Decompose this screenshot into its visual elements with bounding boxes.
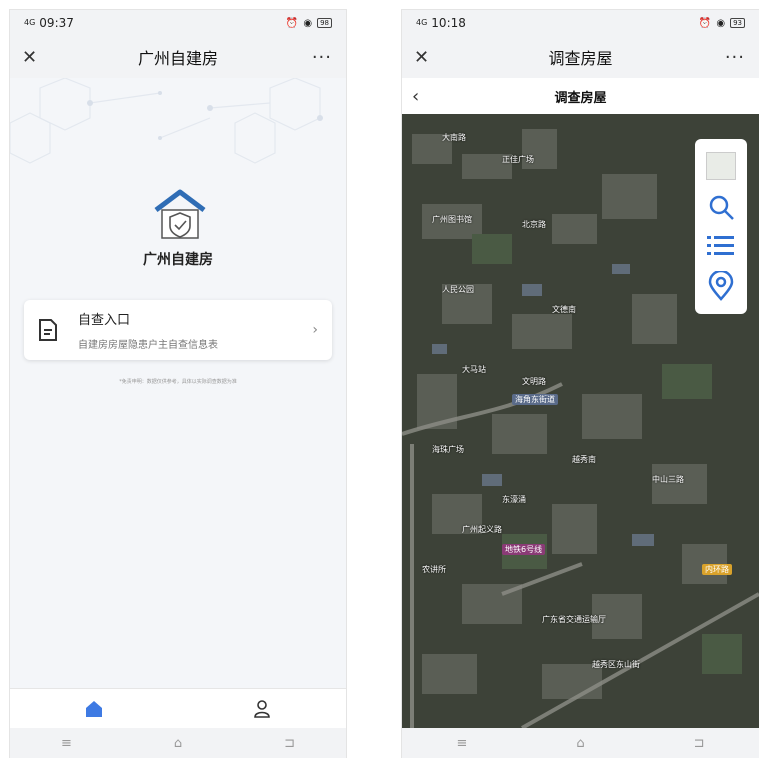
tab-profile[interactable] [178,689,346,728]
map-place-label: 越秀区东山街 [592,660,640,669]
map-place-label: 越秀南 [572,455,596,464]
document-icon [39,319,57,341]
map-road-label: 内环路 [702,564,732,575]
map-road-label: 地铁6号线 [502,544,546,555]
system-nav-bar: ≡ ⌂ ⊐ [402,728,759,758]
system-nav-bar: ≡ ⌂ ⊐ [10,728,346,758]
app-name: 广州自建房 [143,252,213,268]
map-place-label: 大南路 [442,133,466,142]
status-right-icons: ⏰ ◉ 98 [286,18,332,29]
map-place-label: 广州起义路 [462,525,502,534]
map-place-label: 正佳广场 [502,155,534,164]
alarm-icon: ⏰ [698,17,712,29]
menu-nav-icon[interactable]: ≡ [61,736,72,751]
house-shield-logo [154,189,206,239]
more-options-icon[interactable]: ··· [725,47,745,68]
map-place-label: 人民公园 [442,285,474,294]
status-time: 10:18 [431,16,466,30]
close-icon[interactable]: ✕ [414,47,429,68]
search-icon[interactable] [707,193,735,221]
bottom-tab-bar [10,688,346,728]
status-right-icons: ⏰ ◉ 93 [699,18,745,29]
title-bar: ✕ 广州自建房 ··· [10,36,346,78]
menu-nav-icon[interactable]: ≡ [456,736,467,751]
tab-home[interactable] [10,689,178,728]
back-arrow-icon[interactable]: ‹ [412,86,419,107]
map-place-label: 北京路 [522,220,546,229]
subheader-title: 调查房屋 [554,90,607,106]
page-title: 广州自建房 [137,49,218,68]
back-nav-icon[interactable]: ⊐ [694,736,705,751]
network-indicator: 4G [416,18,428,27]
map-place-label: 中山三路 [652,475,684,484]
chevron-right-icon: › [312,322,318,338]
self-check-entry-card[interactable]: 自查入口 自建房房屋隐患户主自查信息表 › [24,300,332,360]
status-time: 09:37 [39,16,74,30]
home-nav-icon[interactable]: ⌂ [174,736,182,751]
map-place-label: 文明路 [522,377,546,386]
card-subtitle: 自建房房屋隐患户主自查信息表 [78,340,218,351]
map-layer-thumbnail[interactable] [706,151,736,180]
map-place-label: 文德南 [552,305,576,314]
right-phone-screen: 4G 10:18 ⏰ ◉ 93 ✕ 调查房屋 ··· ‹ 调查房屋 大南路 正佳… [402,10,759,758]
map-toolbar [695,139,747,314]
disclaimer-text: *免责申明：数据仅供参考，具体以实际调查数据为准 [119,379,237,385]
home-icon [86,700,102,717]
status-bar: 4G 09:37 ⏰ ◉ 98 [10,10,346,36]
title-bar: ✕ 调查房屋 ··· [402,36,759,78]
card-title: 自查入口 [78,313,131,328]
map-place-label: 广州图书馆 [432,215,472,224]
list-icon[interactable] [707,234,735,258]
battery-icon: 98 [317,18,332,28]
map-place-label: 大马站 [462,365,486,374]
alarm-icon: ⏰ [285,17,299,29]
more-options-icon[interactable]: ··· [312,47,332,68]
page-title: 调查房屋 [548,49,613,68]
map-subheader: ‹ 调查房屋 [402,78,759,114]
map-place-label: 东濠涌 [502,495,526,504]
location-pin-icon[interactable] [708,271,734,302]
satellite-map[interactable]: 大南路正佳广场广州图书馆北京路人民公园文德南大马站文明路海珠广场越秀南东濠涌 中山… [402,114,759,728]
close-icon[interactable]: ✕ [22,47,37,68]
map-place-label: 海珠广场 [432,445,464,454]
wifi-icon: ◉ [303,17,313,29]
map-place-label: 广东省交通运输厅 [542,615,606,624]
left-phone-screen: 4G 09:37 ⏰ ◉ 98 ✕ 广州自建房 ··· 广州自建房 自查入口 自… [10,10,346,758]
home-nav-icon[interactable]: ⌂ [576,736,584,751]
battery-icon: 93 [730,18,745,28]
status-bar: 4G 10:18 ⏰ ◉ 93 [402,10,759,36]
network-indicator: 4G [24,18,36,27]
map-road-label: 海角东街道 [512,394,558,405]
user-icon [254,699,270,718]
main-content: 广州自建房 自查入口 自建房房屋隐患户主自查信息表 › *免责申明：数据仅供参考… [10,78,346,688]
back-nav-icon[interactable]: ⊐ [284,736,295,751]
wifi-icon: ◉ [716,17,726,29]
map-place-label: 农讲所 [422,565,446,574]
